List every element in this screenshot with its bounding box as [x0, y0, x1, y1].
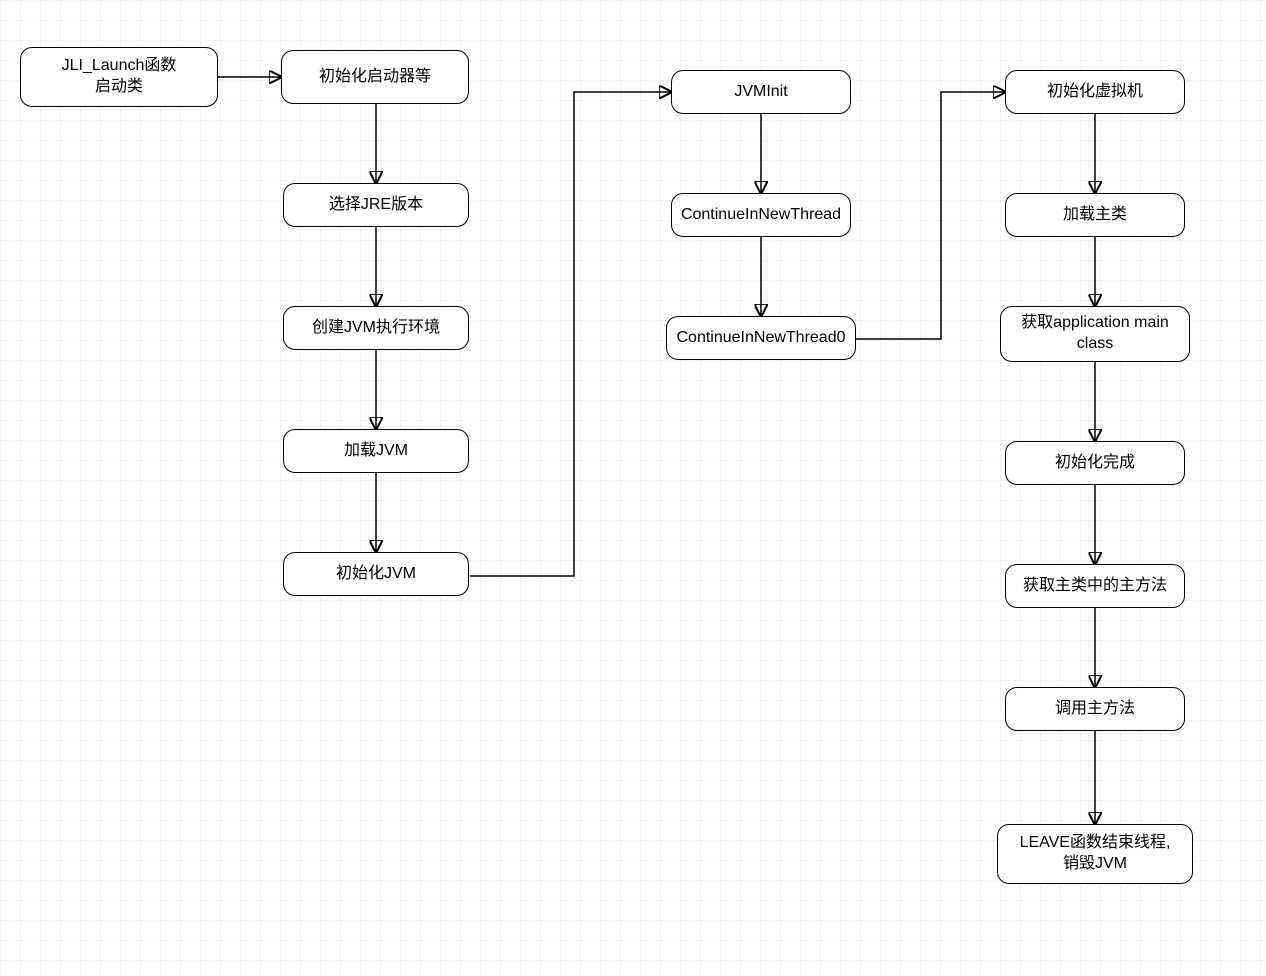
node-continue-new-thread0: ContinueInNewThread0: [666, 316, 856, 360]
node-label: ContinueInNewThread: [681, 205, 841, 226]
node-label: 初始化虚拟机: [1047, 82, 1143, 103]
node-init-jvm: 初始化JVM: [283, 552, 469, 596]
node-label: 选择JRE版本: [329, 195, 423, 216]
node-label: JVMInit: [734, 82, 787, 103]
node-label: 调用主方法: [1055, 699, 1135, 720]
node-load-main-class: 加载主类: [1005, 193, 1185, 237]
node-label: 创建JVM执行环境: [312, 318, 440, 339]
node-label: JLI_Launch函数启动类: [62, 56, 177, 98]
node-label: 获取主类中的主方法: [1023, 576, 1167, 597]
node-init-complete: 初始化完成: [1005, 441, 1185, 485]
node-label: 初始化启动器等: [319, 67, 431, 88]
node-continue-new-thread: ContinueInNewThread: [671, 193, 851, 237]
node-label: 加载主类: [1063, 205, 1127, 226]
node-label: LEAVE函数结束线程,销毁JVM: [1020, 833, 1171, 875]
node-label: 加载JVM: [344, 441, 408, 462]
node-init-launcher: 初始化启动器等: [281, 50, 469, 104]
node-label: 初始化JVM: [336, 564, 416, 585]
node-create-jvm-env: 创建JVM执行环境: [283, 306, 469, 350]
node-call-main-method: 调用主方法: [1005, 687, 1185, 731]
node-get-main-method: 获取主类中的主方法: [1005, 564, 1185, 608]
node-jli-launch: JLI_Launch函数启动类: [20, 47, 218, 107]
node-label: ContinueInNewThread0: [677, 328, 846, 349]
node-jvminit: JVMInit: [671, 70, 851, 114]
node-label: 初始化完成: [1055, 453, 1135, 474]
node-label: 获取application main class: [1009, 313, 1181, 355]
node-get-app-main-class: 获取application main class: [1000, 306, 1190, 362]
node-init-vm: 初始化虚拟机: [1005, 70, 1185, 114]
node-load-jvm: 加载JVM: [283, 429, 469, 473]
node-select-jre: 选择JRE版本: [283, 183, 469, 227]
node-leave-destroy-jvm: LEAVE函数结束线程,销毁JVM: [997, 824, 1193, 884]
